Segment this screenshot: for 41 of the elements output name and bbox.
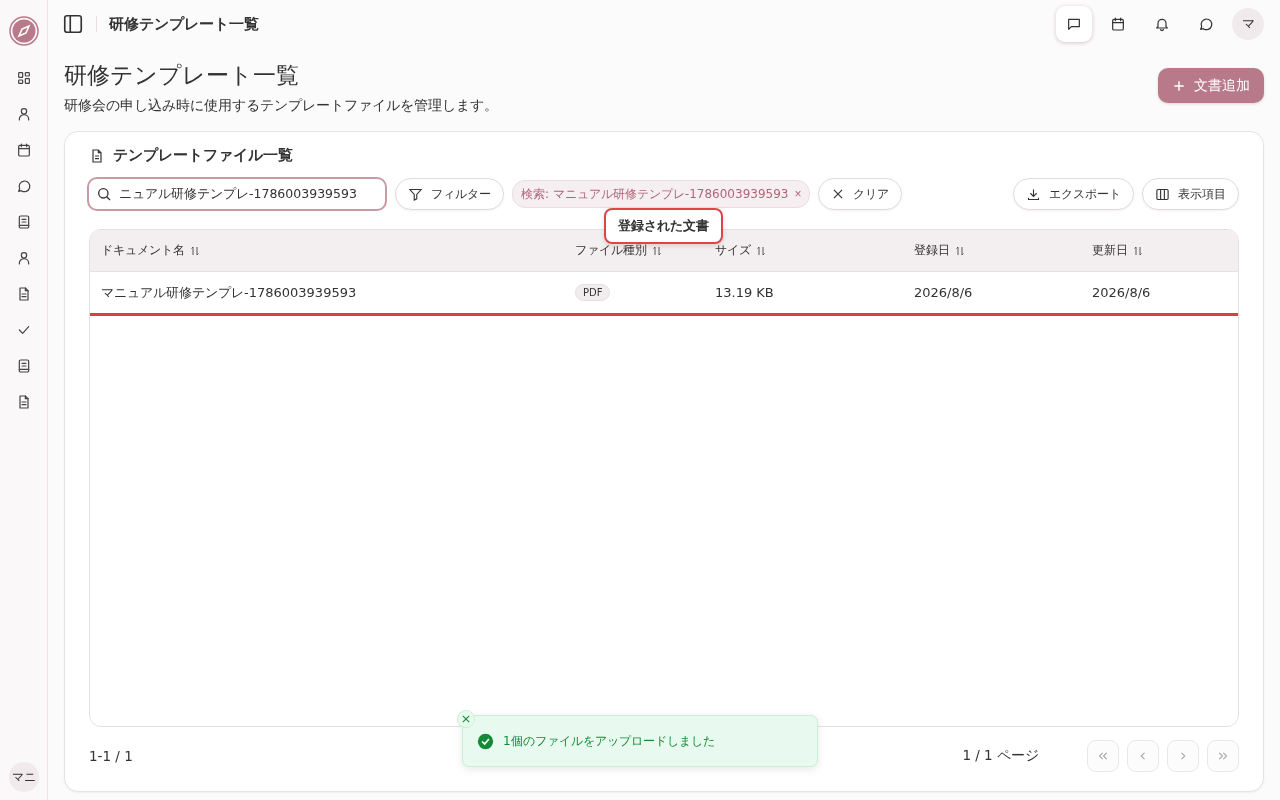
export-button[interactable]: エクスポート <box>1013 178 1134 210</box>
search-icon <box>96 186 112 202</box>
message-icon[interactable] <box>1056 6 1092 42</box>
user-avatar[interactable]: マ <box>1232 8 1264 40</box>
page-info: 1 / 1 ページ <box>962 747 1039 765</box>
filter-icon <box>408 186 423 202</box>
sort-icon[interactable] <box>954 244 966 257</box>
tooltip: 登録された文書 <box>604 208 723 244</box>
columns-icon <box>1155 186 1170 202</box>
page-title: 研修テンプレート一覧 <box>64 61 300 90</box>
sort-icon[interactable] <box>651 244 663 257</box>
column-header[interactable]: ファイル種別 <box>575 243 647 258</box>
document-icon <box>89 147 105 164</box>
check-circle-icon <box>477 732 494 750</box>
search-field[interactable]: ニュアル研修テンプレ-1786003939593 <box>87 177 387 211</box>
column-header[interactable]: サイズ <box>715 243 751 258</box>
table-cell: 13.19 KB <box>715 285 774 300</box>
plus-icon <box>1172 78 1186 93</box>
column-header[interactable]: 登録日 <box>914 243 950 258</box>
card-title: テンプレートファイル一覧 <box>113 146 293 165</box>
sidebar-toggle-icon[interactable] <box>62 13 84 35</box>
compass-logo-icon <box>8 16 39 46</box>
sort-icon[interactable] <box>1132 244 1144 257</box>
filter-button[interactable]: フィルター <box>395 178 504 210</box>
table-cell: 2026/8/6 <box>1092 285 1151 300</box>
chip-close-button[interactable]: × <box>794 187 802 201</box>
file-type-badge: PDF <box>575 284 611 301</box>
column-header[interactable]: ドキュメント名 <box>101 243 185 258</box>
toast-message: 1個のファイルをアップロードしました <box>503 732 715 750</box>
table-cell: マニュアル研修テンプレ-1786003939593 <box>101 283 357 302</box>
clear-button[interactable]: クリア <box>818 178 903 210</box>
table-cell: 2026/8/6 <box>914 285 973 300</box>
sort-icon[interactable] <box>755 244 767 257</box>
header-title: 研修テンプレート一覧 <box>109 14 259 34</box>
sort-icon[interactable] <box>189 244 201 257</box>
page-description: 研修会の申し込み時に使用するテンプレートファイルを管理します。 <box>64 97 498 115</box>
user-avatar[interactable]: マニ <box>8 762 39 792</box>
columns-button[interactable]: 表示項目 <box>1142 178 1239 210</box>
column-header[interactable]: 更新日 <box>1092 243 1128 258</box>
result-range: 1-1 / 1 <box>89 748 133 764</box>
chip-label: 検索: マニュアル研修テンプレ-1786003939593 <box>521 185 789 203</box>
